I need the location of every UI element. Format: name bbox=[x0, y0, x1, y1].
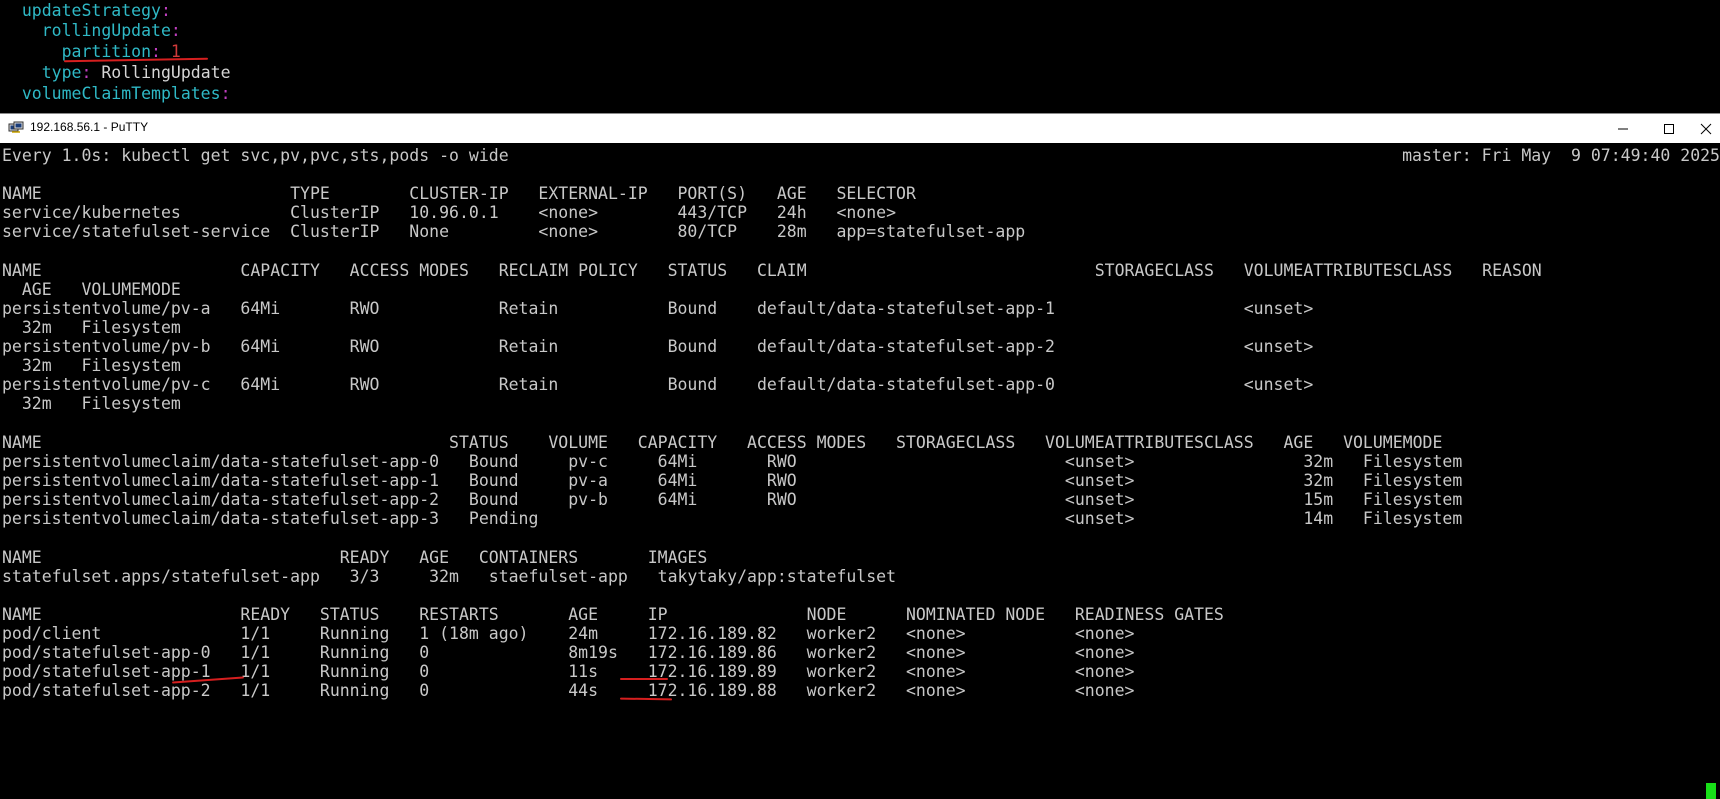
yaml-line: type: RollingUpdate bbox=[41, 63, 231, 82]
terminal-output[interactable]: Every 1.0s: kubectl get svc,pv,pvc,sts,p… bbox=[0, 143, 1720, 799]
terminal-line: 32m Filesystem bbox=[2, 318, 181, 337]
terminal-line: NAME CAPACITY ACCESS MODES RECLAIM POLIC… bbox=[2, 261, 1542, 280]
background-editor-terminal: updateStrategy: rollingUpdate: partition… bbox=[0, 0, 1720, 113]
terminal-line: NAME STATUS VOLUME CAPACITY ACCESS MODES… bbox=[2, 433, 1443, 452]
terminal-line: pod/statefulset-app-0 1/1 Running 0 8m19… bbox=[2, 643, 1135, 662]
watch-timestamp-header: master: Fri May 9 07:49:40 2025 bbox=[1402, 146, 1720, 165]
yaml-key: type bbox=[41, 63, 82, 82]
maximize-icon bbox=[1664, 123, 1674, 134]
red-underline-annotation bbox=[620, 678, 668, 680]
yaml-line: rollingUpdate: bbox=[41, 21, 181, 40]
yaml-key: updateStrategy bbox=[21, 1, 161, 20]
terminal-line: service/kubernetes ClusterIP 10.96.0.1 <… bbox=[2, 203, 897, 222]
terminal-line: 32m Filesystem bbox=[2, 356, 181, 375]
window-title: 192.168.56.1 - PuTTY bbox=[30, 120, 149, 134]
terminal-line: persistentvolumeclaim/data-statefulset-a… bbox=[2, 471, 1463, 490]
terminal-line: persistentvolumeclaim/data-statefulset-a… bbox=[2, 490, 1463, 509]
terminal-line: persistentvolume/pv-b 64Mi RWO Retain Bo… bbox=[2, 337, 1314, 356]
minimize-button[interactable] bbox=[1600, 114, 1646, 143]
terminal-line: pod/statefulset-app-1 1/1 Running 0 11s … bbox=[2, 662, 1135, 681]
close-button[interactable] bbox=[1692, 114, 1720, 143]
putty-app-icon bbox=[8, 121, 24, 133]
title-bar[interactable]: 192.168.56.1 - PuTTY bbox=[0, 113, 1720, 143]
yaml-line: volumeClaimTemplates: bbox=[21, 84, 231, 103]
terminal-line: persistentvolumeclaim/data-statefulset-a… bbox=[2, 509, 1463, 528]
terminal-line: NAME TYPE CLUSTER-IP EXTERNAL-IP PORT(S)… bbox=[2, 184, 916, 203]
watch-command-header: Every 1.0s: kubectl get svc,pv,pvc,sts,p… bbox=[2, 146, 509, 165]
terminal-line: persistentvolume/pv-c 64Mi RWO Retain Bo… bbox=[2, 375, 1314, 394]
terminal-cursor bbox=[1706, 783, 1716, 799]
terminal-line: 32m Filesystem bbox=[2, 394, 181, 413]
terminal-line: statefulset.apps/statefulset-app 3/3 32m… bbox=[2, 567, 897, 586]
yaml-key: rollingUpdate bbox=[41, 21, 171, 40]
terminal-line: NAME READY STATUS RESTARTS AGE IP NODE N… bbox=[2, 605, 1224, 624]
terminal-line: NAME READY AGE CONTAINERS IMAGES bbox=[2, 548, 708, 567]
terminal-line: pod/client 1/1 Running 1 (18m ago) 24m 1… bbox=[2, 624, 1135, 643]
yaml-value: RollingUpdate bbox=[91, 63, 231, 82]
yaml-key: volumeClaimTemplates bbox=[21, 84, 221, 103]
terminal-line: service/statefulset-service ClusterIP No… bbox=[2, 222, 1026, 241]
maximize-button[interactable] bbox=[1646, 114, 1692, 143]
terminal-line: persistentvolumeclaim/data-statefulset-a… bbox=[2, 452, 1463, 471]
minimize-icon bbox=[1618, 128, 1628, 129]
terminal-line: persistentvolume/pv-a 64Mi RWO Retain Bo… bbox=[2, 299, 1314, 318]
yaml-line: updateStrategy: bbox=[21, 1, 171, 20]
putty-window[interactable]: 192.168.56.1 - PuTTY Every 1.0s: kubectl… bbox=[0, 113, 1720, 799]
close-icon bbox=[1700, 123, 1712, 134]
terminal-line: AGE VOLUMEMODE bbox=[2, 280, 181, 299]
